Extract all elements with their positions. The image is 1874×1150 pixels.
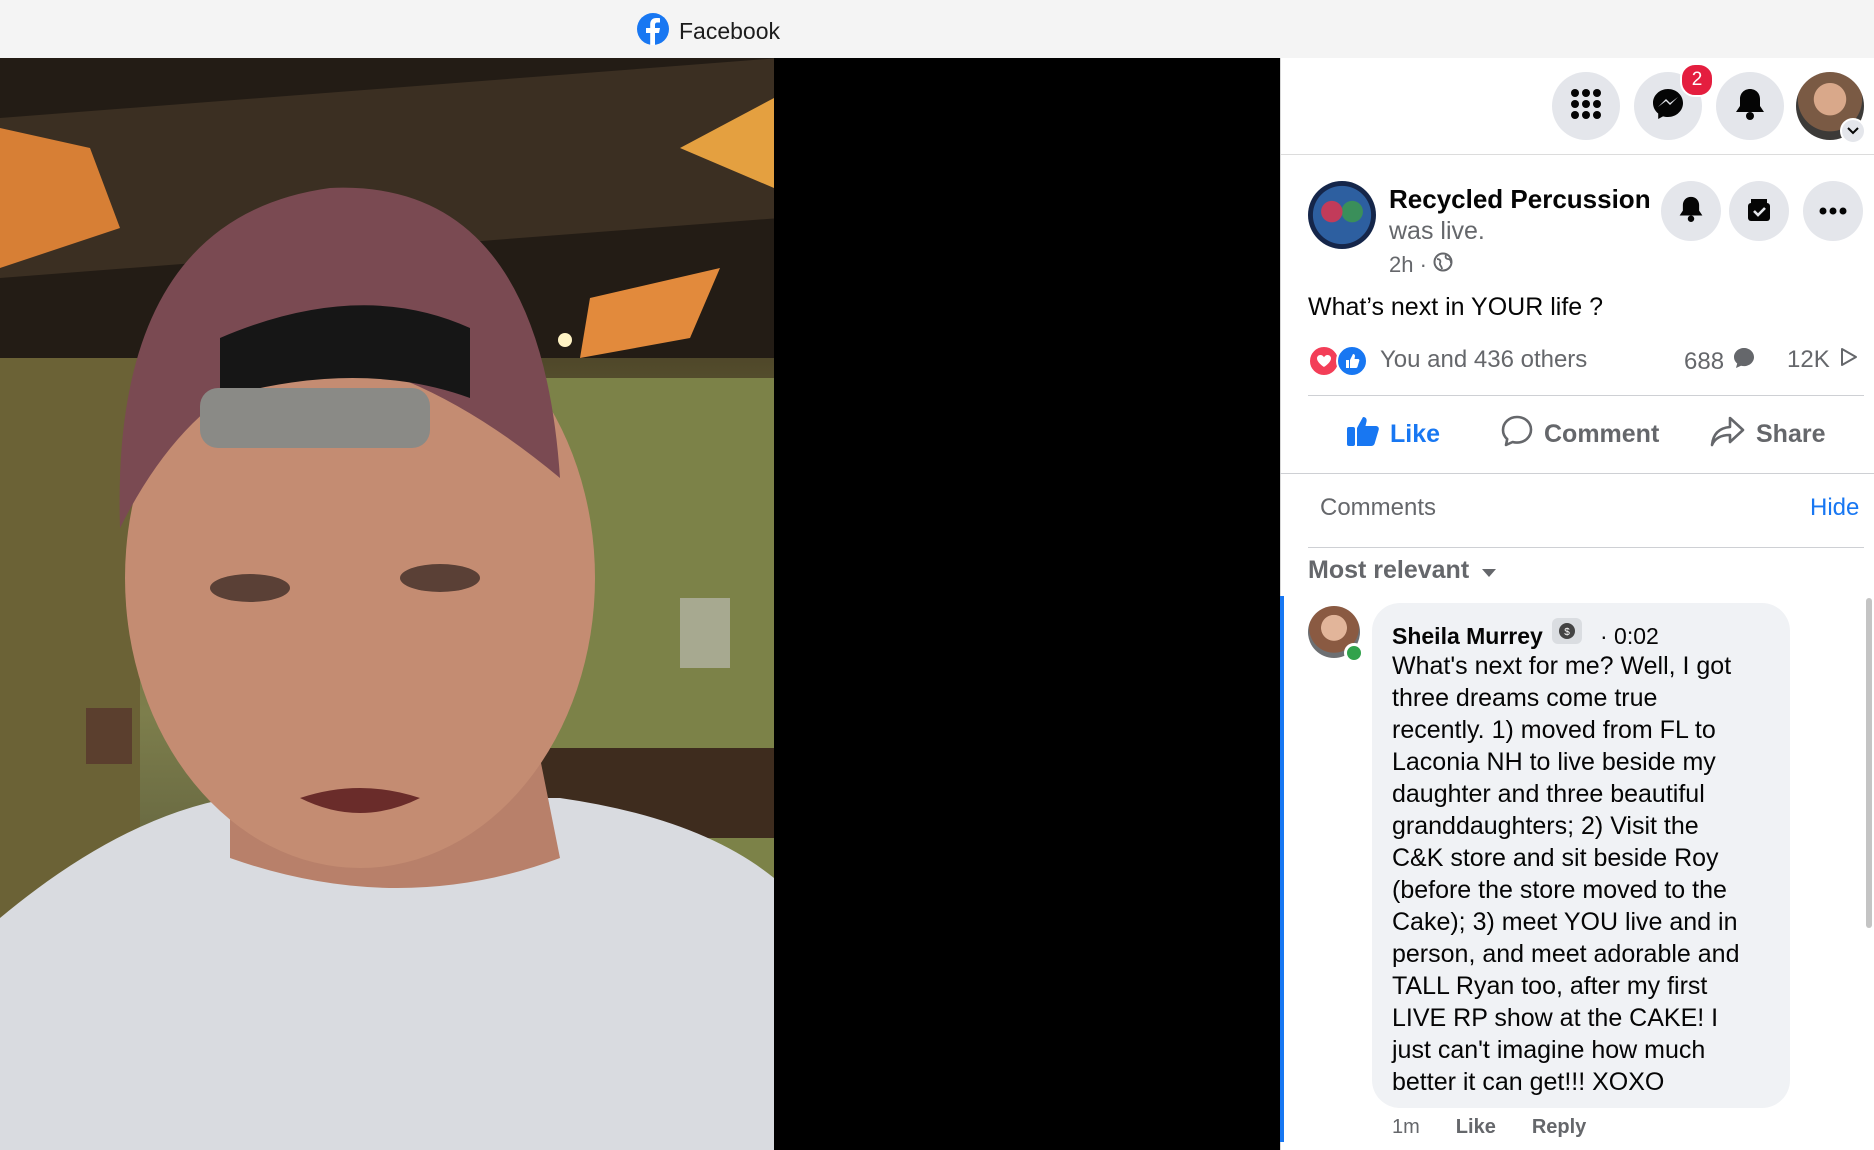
more-options-button[interactable] — [1803, 181, 1863, 241]
sort-label: Most relevant — [1308, 556, 1470, 584]
comment-icon — [1500, 414, 1534, 455]
notifications-button[interactable] — [1716, 72, 1784, 140]
grid-menu-icon — [1569, 87, 1603, 126]
more-icon — [1819, 202, 1847, 220]
share-label: Share — [1756, 419, 1826, 448]
messenger-badge: 2 — [1680, 63, 1714, 97]
comment-count-value: 688 — [1684, 347, 1725, 375]
reactions-divider — [1308, 395, 1864, 396]
comment-actions: 1m Like Reply — [1392, 1116, 1586, 1139]
top-fan-badge-icon[interactable]: $ — [1552, 618, 1582, 644]
like-button[interactable]: Like — [1346, 406, 1440, 462]
like-label: Like — [1390, 419, 1441, 448]
view-count-value: 12K — [1787, 346, 1830, 373]
comments-scrollbar[interactable] — [1866, 598, 1872, 928]
like-reaction-icon — [1336, 345, 1368, 377]
follow-notifications-button[interactable] — [1661, 181, 1721, 241]
thumbs-up-icon — [1346, 415, 1380, 454]
video-player[interactable] — [0, 58, 1280, 1150]
window-title: Facebook — [679, 18, 781, 44]
comment-text: What's next for me? Well, I got three dr… — [1392, 652, 1740, 1096]
comment-button[interactable]: Comment — [1500, 406, 1659, 462]
actions-divider — [1280, 473, 1874, 474]
reaction-icons[interactable] — [1308, 345, 1368, 377]
page-avatar[interactable] — [1308, 181, 1376, 249]
share-icon — [1710, 415, 1746, 454]
video-frame — [0, 58, 774, 1150]
comment-age[interactable]: 1m — [1392, 1116, 1420, 1139]
window-titlebar: Facebook — [0, 0, 1874, 59]
messenger-icon — [1651, 87, 1685, 126]
post-status: was live. — [1389, 217, 1485, 245]
chevron-down-icon — [1847, 122, 1859, 140]
comment-sort-dropdown[interactable]: Most relevant — [1308, 556, 1497, 585]
post-time[interactable]: 2h · — [1389, 252, 1427, 278]
share-button[interactable]: Share — [1710, 406, 1825, 462]
post-text: What’s next in YOUR life ? — [1308, 293, 1604, 321]
post-actions: Like Comment Share — [1308, 406, 1864, 462]
page-name[interactable]: Recycled Percussion — [1389, 184, 1651, 215]
menu-button[interactable] — [1552, 72, 1620, 140]
svg-text:$: $ — [1564, 627, 1570, 638]
account-chevron[interactable] — [1840, 118, 1866, 144]
comments-divider — [1308, 547, 1864, 548]
view-count[interactable]: 12K — [1787, 346, 1858, 374]
comment-reply-link[interactable]: Reply — [1532, 1116, 1586, 1139]
globe-icon — [1433, 252, 1453, 278]
commenter-name[interactable]: Sheila Murrey — [1392, 623, 1543, 650]
video-still — [0, 58, 774, 1150]
bell-icon — [1734, 87, 1766, 126]
bell-icon — [1678, 195, 1704, 228]
online-status-dot — [1344, 643, 1364, 663]
comment-bubble-icon — [1732, 346, 1756, 377]
hide-comments-link[interactable]: Hide — [1810, 494, 1859, 522]
comment-count[interactable]: 688 — [1684, 346, 1756, 377]
live-comment-indicator — [1280, 596, 1284, 1142]
save-post-button[interactable] — [1729, 181, 1789, 241]
comment-video-timestamp[interactable]: · 0:02 — [1600, 623, 1659, 650]
comment-like-link[interactable]: Like — [1456, 1116, 1496, 1139]
saved-icon — [1745, 195, 1773, 228]
post-meta: 2h · — [1389, 252, 1453, 278]
play-icon — [1840, 346, 1858, 374]
reactions-summary[interactable]: You and 436 others — [1380, 346, 1587, 374]
comments-header: Comments — [1320, 494, 1437, 521]
comment-label: Comment — [1544, 419, 1660, 448]
caret-down-icon — [1481, 556, 1497, 585]
reactions-bar: You and 436 others 688 12K — [1308, 343, 1864, 377]
facebook-logo-icon — [637, 13, 669, 50]
